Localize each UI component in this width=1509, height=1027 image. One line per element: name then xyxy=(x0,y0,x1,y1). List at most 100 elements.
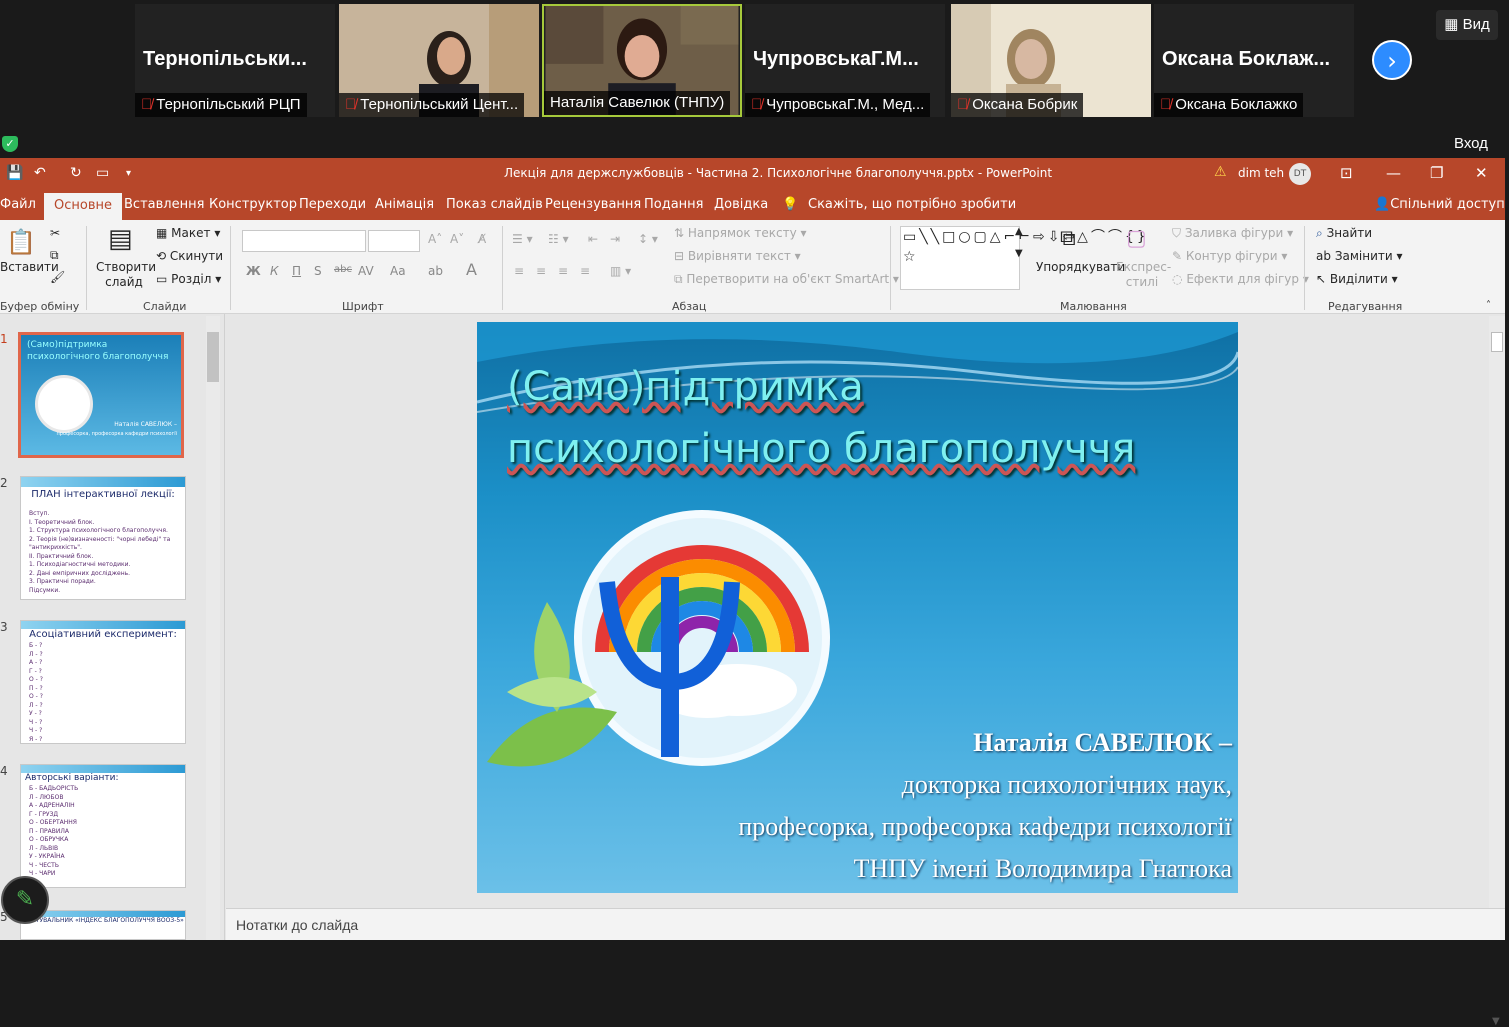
participant-tile-active-speaker[interactable]: Наталія Савелюк (ТНПУ) xyxy=(542,4,742,117)
align-center-icon[interactable]: ≡ xyxy=(536,264,546,278)
font-size-select[interactable] xyxy=(368,230,420,252)
minimize-icon[interactable]: — xyxy=(1386,164,1401,182)
cursor-icon: ↖ xyxy=(1316,272,1327,286)
next-page-button[interactable]: › xyxy=(1372,40,1412,80)
close-icon[interactable]: ✕ xyxy=(1475,164,1488,182)
numbering-icon[interactable]: ☷ ▾ xyxy=(548,232,569,246)
slide-thumbnail-4[interactable]: Авторські варіанти: Б - БАДЬОРІСТЬ Л - ЛЮ… xyxy=(20,764,186,888)
shape-outline-button[interactable]: ✎ Контур фігури ▾ xyxy=(1172,249,1287,263)
participant-tile[interactable]: 🎙̸ Оксана Бобрик xyxy=(951,4,1151,117)
participant-tile[interactable]: Тернопільськи... 🎙̸ Тернопільський РЦП xyxy=(135,4,335,117)
slide-canvas[interactable]: (Само)підтримка психологічного благополу… xyxy=(477,322,1238,893)
tab-file[interactable]: Файл xyxy=(0,197,36,212)
shapes-gallery[interactable]: ▭╲╲□○▢△⌐⌐⇨⇩⇦△⌒⌒{}☆ xyxy=(900,226,1146,290)
slide-title-line1: (Само)підтримка xyxy=(507,364,864,410)
find-button[interactable]: ⌕ Знайти xyxy=(1316,226,1372,241)
tab-transitions[interactable]: Переходи xyxy=(299,197,366,212)
ribbon-display-icon[interactable]: ⊡ xyxy=(1340,164,1353,182)
slide-thumbnail-5[interactable]: ОПИТУВАЛЬНИК «ІНДЕКС БЛАГОПОЛУЧЧЯ ВООЗ-5… xyxy=(20,910,186,940)
tab-home[interactable]: Основне xyxy=(44,193,122,220)
user-name[interactable]: dim teh xyxy=(1238,166,1284,180)
quick-styles-button[interactable]: Експрес-стилі xyxy=(1116,260,1171,290)
tab-help[interactable]: Довідка xyxy=(714,197,768,212)
slide-thumbnails-panel: 1 (Само)підтримка психологічного благопо… xyxy=(0,314,225,940)
gallery-scroll-up[interactable]: ▲ xyxy=(1015,226,1023,237)
scroll-down-icon[interactable]: ▼ xyxy=(1492,1016,1500,1027)
arrange-icon[interactable]: ⧉ xyxy=(1060,226,1076,251)
highlight-icon[interactable]: ab xyxy=(428,264,443,278)
layout-button[interactable]: ▦ Макет ▾ xyxy=(156,226,220,240)
annotate-pen-button[interactable]: ✎ xyxy=(1,876,49,924)
tab-insert[interactable]: Вставлення xyxy=(124,197,204,212)
participant-tile[interactable]: Оксана Боклаж... 🎙̸ Оксана Боклажко xyxy=(1154,4,1354,117)
share-button[interactable]: 👤Спільний доступ xyxy=(1374,197,1505,212)
reset-button[interactable]: ⟲ Скинути xyxy=(156,249,223,263)
change-case-icon[interactable]: Aa xyxy=(390,264,406,278)
clear-format-icon[interactable]: A̸ xyxy=(478,232,486,246)
warning-icon[interactable]: ⚠ xyxy=(1214,164,1227,180)
restore-icon[interactable]: ❐ xyxy=(1430,164,1443,182)
gallery-scroll-down[interactable]: ▼ xyxy=(1015,248,1023,259)
paste-icon[interactable]: 📋 xyxy=(6,228,36,256)
format-painter-icon[interactable]: 🖌 xyxy=(50,270,65,284)
replace-button[interactable]: ab Замінити ▾ xyxy=(1316,249,1403,263)
tab-slideshow[interactable]: Показ слайдів xyxy=(446,197,543,212)
align-right-icon[interactable]: ≡ xyxy=(558,264,568,278)
thumbnails-scrollbar[interactable] xyxy=(206,316,220,940)
align-left-icon[interactable]: ≡ xyxy=(514,264,524,278)
bullets-icon[interactable]: ☰ ▾ xyxy=(512,232,533,246)
shape-effects-button[interactable]: ◌ Ефекти для фігур ▾ xyxy=(1172,272,1309,286)
tab-view[interactable]: Подання xyxy=(644,197,704,212)
tab-review[interactable]: Рецензування xyxy=(545,197,641,212)
customize-qat-icon[interactable]: ▾ xyxy=(126,168,131,179)
redo-icon[interactable]: ↻ xyxy=(70,165,82,181)
columns-icon[interactable]: ▥ ▾ xyxy=(610,264,631,278)
underline-icon[interactable]: П xyxy=(292,264,301,278)
shape-fill-button[interactable]: ⛉ Заливка фігури ▾ xyxy=(1172,226,1293,241)
notes-pane[interactable]: Нотатки до слайда xyxy=(226,908,1505,940)
smartart-button[interactable]: ⧉ Перетворити на об'єкт SmartArt ▾ xyxy=(674,272,899,287)
tab-design[interactable]: Конструктор xyxy=(209,197,297,212)
tell-me-search[interactable]: Скажіть, що потрібно зробити xyxy=(808,197,1016,212)
text-direction-button[interactable]: ⇅ Напрямок тексту ▾ xyxy=(674,226,807,240)
char-spacing-icon[interactable]: AV xyxy=(358,264,374,278)
login-button[interactable]: Вход xyxy=(1454,135,1488,152)
new-slide-icon[interactable]: ▤ xyxy=(108,224,133,254)
shadow-icon[interactable]: S xyxy=(314,264,322,278)
psi-rainbow-logo-icon xyxy=(487,510,830,767)
present-icon[interactable]: ▭ xyxy=(96,165,109,181)
slide-thumbnail-3[interactable]: Асоціативний експеримент: Б - ? Л - ? А - … xyxy=(20,620,186,744)
copy-icon[interactable]: ⧉ xyxy=(50,248,59,263)
italic-icon[interactable]: К xyxy=(270,264,279,278)
slide-thumbnail-1[interactable]: (Само)підтримка психологічного благополу… xyxy=(18,332,184,458)
slide-thumbnail-2[interactable]: ПЛАН інтерактивної лекції: Вступ. I. Теор… xyxy=(20,476,186,600)
participant-tile[interactable]: 🎙̸ Тернопільський Цент... xyxy=(339,4,539,117)
security-shield-icon[interactable]: ✓ xyxy=(2,136,18,152)
avatar[interactable]: DT xyxy=(1289,163,1311,185)
slide-scrollbar[interactable]: ▼ xyxy=(1489,316,1505,1027)
zoom-participants-strip: Тернопільськи... 🎙̸ Тернопільський РЦП 🎙̸… xyxy=(0,0,1509,158)
arrange-button[interactable]: Упорядкувати xyxy=(1036,260,1125,274)
bold-icon[interactable]: Ж xyxy=(246,264,261,278)
font-shrink-icon[interactable]: A˅ xyxy=(450,232,464,246)
line-spacing-icon[interactable]: ↕ ▾ xyxy=(638,232,658,246)
quick-styles-icon[interactable]: ▢ xyxy=(1126,226,1147,251)
font-grow-icon[interactable]: A˄ xyxy=(428,232,442,246)
view-button[interactable]: ▦ Вид xyxy=(1436,10,1498,40)
font-family-select[interactable] xyxy=(242,230,366,252)
decrease-indent-icon[interactable]: ⇤ xyxy=(588,232,598,246)
section-button[interactable]: ▭ Розділ ▾ xyxy=(156,272,221,286)
increase-indent-icon[interactable]: ⇥ xyxy=(610,232,620,246)
tab-animations[interactable]: Анімація xyxy=(375,197,434,212)
participant-tile[interactable]: ЧупровськаГ.М... 🎙̸ ЧупровськаГ.М., Мед..… xyxy=(745,4,945,117)
justify-icon[interactable]: ≡ xyxy=(580,264,590,278)
select-button[interactable]: ↖ Виділити ▾ xyxy=(1316,272,1398,286)
font-color-icon[interactable]: A xyxy=(466,260,477,279)
save-icon[interactable]: 💾 xyxy=(6,165,23,181)
undo-icon[interactable]: ↶ xyxy=(34,165,46,181)
collapse-ribbon-icon[interactable]: ˄ xyxy=(1486,300,1491,311)
new-slide-button[interactable]: Створити слайд xyxy=(96,260,156,290)
strikethrough-icon[interactable]: abc xyxy=(334,264,352,275)
align-text-button[interactable]: ⊟ Вирівняти текст ▾ xyxy=(674,249,801,263)
cut-icon[interactable]: ✂ xyxy=(50,226,60,240)
